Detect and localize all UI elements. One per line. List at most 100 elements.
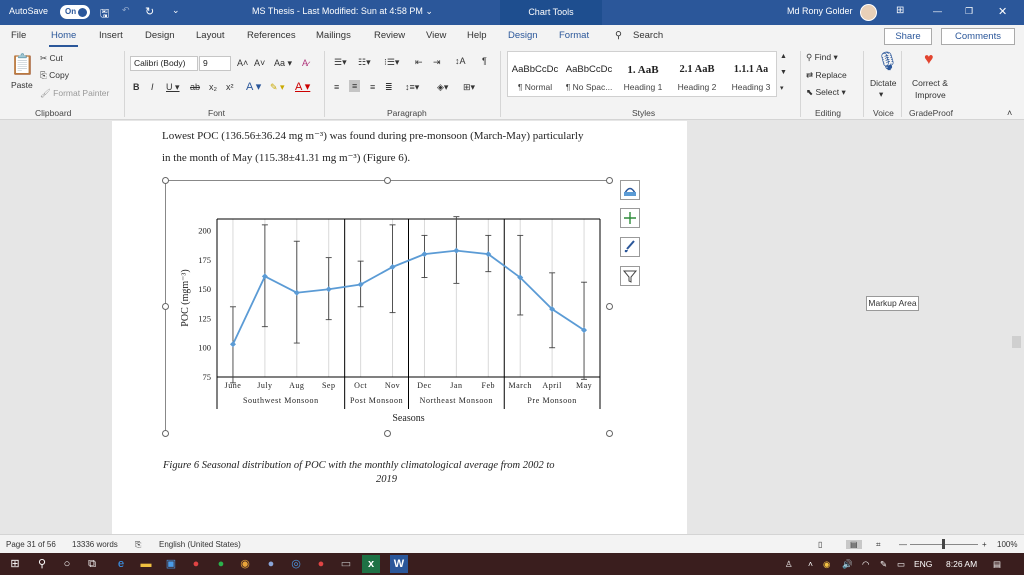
word-count[interactable]: 13336 words: [72, 540, 118, 549]
share-button[interactable]: Share: [884, 28, 932, 45]
chart-object[interactable]: 75 100 125 150 175 200 POC (mgm⁻³) Southwest Mo…: [165, 180, 611, 435]
tab-design[interactable]: Design: [145, 30, 175, 41]
chrome-icon[interactable]: ◉: [236, 555, 254, 573]
highlight-icon[interactable]: ✎ ▾: [270, 82, 285, 93]
font-color-icon[interactable]: A ▾: [295, 80, 310, 93]
restore-button[interactable]: ❐: [965, 6, 973, 17]
dictate-button[interactable]: Dictate: [870, 78, 896, 88]
read-mode-icon[interactable]: ▯: [818, 540, 822, 549]
customize-qat-icon[interactable]: ⌄: [172, 5, 180, 16]
layout-options-button[interactable]: [620, 180, 640, 200]
styles-scroll-up-icon[interactable]: ▲: [780, 53, 787, 60]
user-avatar[interactable]: [860, 4, 877, 21]
search-icon[interactable]: ⚲: [33, 555, 51, 573]
dictate-dropdown-icon[interactable]: ▾: [879, 89, 883, 100]
superscript-icon[interactable]: x²: [226, 82, 234, 92]
web-layout-icon[interactable]: ⌗: [876, 540, 881, 550]
chart-styles-button[interactable]: [620, 237, 640, 257]
notification-settings-icon[interactable]: ✎: [880, 559, 887, 570]
app-icon[interactable]: ●: [262, 555, 280, 573]
app-icon[interactable]: ▭: [337, 555, 355, 573]
zoom-level[interactable]: 100%: [997, 540, 1017, 549]
cortana-icon[interactable]: ○: [58, 555, 76, 573]
proofing-icon[interactable]: ⎘: [135, 540, 141, 550]
word-icon[interactable]: W: [390, 555, 408, 573]
multilevel-list-icon[interactable]: ⁝☰▾: [384, 57, 399, 68]
vertical-scrollbar-thumb[interactable]: [1012, 336, 1021, 348]
tab-home[interactable]: Home: [48, 30, 79, 47]
app-icon[interactable]: ●: [187, 555, 205, 573]
replace-button[interactable]: ⇄ Replace: [806, 70, 847, 81]
resize-handle[interactable]: [384, 430, 391, 437]
people-icon[interactable]: ♙: [785, 559, 793, 570]
decrease-indent-icon[interactable]: ⇤: [415, 57, 423, 68]
volume-icon[interactable]: 🔊: [842, 559, 853, 570]
shrink-font-icon[interactable]: A˅: [254, 58, 265, 68]
numbering-icon[interactable]: ☷▾: [358, 57, 371, 68]
app-icon[interactable]: ●: [212, 555, 230, 573]
style-heading-3[interactable]: 1.1.1 Aa Heading 3: [724, 52, 778, 96]
subscript-icon[interactable]: x₂: [209, 82, 217, 92]
resize-handle[interactable]: [606, 177, 613, 184]
excel-icon[interactable]: x: [362, 555, 380, 573]
text-effects-icon[interactable]: A ▾: [246, 80, 261, 93]
line-spacing-icon[interactable]: ↕≡▾: [405, 82, 419, 93]
user-name[interactable]: Md Rony Golder: [787, 6, 853, 16]
ribbon-display-icon[interactable]: ⊞: [896, 5, 904, 16]
align-center-icon[interactable]: ≡: [349, 80, 361, 92]
edge-icon[interactable]: e: [112, 555, 130, 573]
style-no-spacing[interactable]: AaBbCcDc ¶ No Spac...: [562, 52, 616, 96]
underline-icon[interactable]: U ▾: [166, 82, 180, 93]
redo-icon[interactable]: ↻: [145, 5, 154, 18]
clock[interactable]: 8:26 AM: [946, 559, 977, 569]
wifi-icon[interactable]: ◠: [862, 559, 869, 570]
tab-help[interactable]: Help: [467, 30, 487, 41]
resize-handle[interactable]: [162, 177, 169, 184]
format-painter-button[interactable]: 🖌 Format Painter: [40, 88, 109, 99]
borders-icon[interactable]: ⊞▾: [463, 82, 475, 93]
styles-more-icon[interactable]: ▾: [780, 84, 784, 92]
font-family-select[interactable]: Calibri (Body): [130, 56, 198, 71]
italic-icon[interactable]: I: [151, 82, 154, 92]
resize-handle[interactable]: [606, 430, 613, 437]
chrome-tray-icon[interactable]: ◉: [823, 559, 830, 570]
align-left-icon[interactable]: ≡: [334, 82, 339, 92]
document-title[interactable]: MS Thesis - Last Modified: Sun at 4:58 P…: [252, 6, 433, 17]
gradeproof-icon[interactable]: ♥: [924, 51, 934, 69]
undo-icon[interactable]: ↶: [122, 5, 130, 16]
microphone-icon[interactable]: 🎙: [876, 51, 899, 72]
tab-mailings[interactable]: Mailings: [316, 30, 351, 41]
tab-view[interactable]: View: [426, 30, 446, 41]
file-explorer-icon[interactable]: ▬: [137, 555, 155, 573]
show-marks-icon[interactable]: ¶: [482, 56, 487, 66]
strikethrough-icon[interactable]: ab: [190, 82, 200, 92]
resize-handle[interactable]: [162, 430, 169, 437]
tab-references[interactable]: References: [247, 30, 296, 41]
correct-improve-line1[interactable]: Correct &: [912, 78, 948, 88]
style-heading-1[interactable]: 1. AaB Heading 1: [616, 52, 670, 96]
style-normal[interactable]: AaBbCcDc ¶ Normal: [508, 52, 562, 96]
grow-font-icon[interactable]: A˄: [237, 58, 248, 68]
zoom-out-icon[interactable]: —: [899, 540, 907, 549]
app-icon[interactable]: ◎: [287, 555, 305, 573]
close-button[interactable]: ✕: [998, 5, 1007, 18]
font-size-select[interactable]: 9: [199, 56, 231, 71]
bold-icon[interactable]: B: [133, 82, 140, 92]
resize-handle[interactable]: [384, 177, 391, 184]
print-layout-icon[interactable]: ▤: [846, 540, 862, 549]
paste-icon[interactable]: 📋: [10, 52, 35, 77]
clear-formatting-icon[interactable]: A̷: [302, 58, 308, 68]
zoom-slider-thumb[interactable]: [942, 539, 945, 549]
tab-review[interactable]: Review: [374, 30, 405, 41]
style-heading-2[interactable]: 2.1 AaB Heading 2: [670, 52, 724, 96]
tab-layout[interactable]: Layout: [196, 30, 225, 41]
input-language[interactable]: ENG: [914, 559, 932, 569]
change-case-icon[interactable]: Aa ▾: [274, 58, 292, 69]
app-icon[interactable]: ●: [312, 555, 330, 573]
task-view-icon[interactable]: ⧉: [83, 555, 101, 573]
chart-elements-button[interactable]: [620, 208, 640, 228]
battery-icon[interactable]: ▭: [897, 559, 905, 570]
windows-start-icon[interactable]: ⊞: [6, 555, 24, 573]
correct-improve-line2[interactable]: Improve: [915, 90, 946, 100]
poc-chart[interactable]: 75 100 125 150 175 200 POC (mgm⁻³) Southwest Mo…: [166, 181, 611, 435]
